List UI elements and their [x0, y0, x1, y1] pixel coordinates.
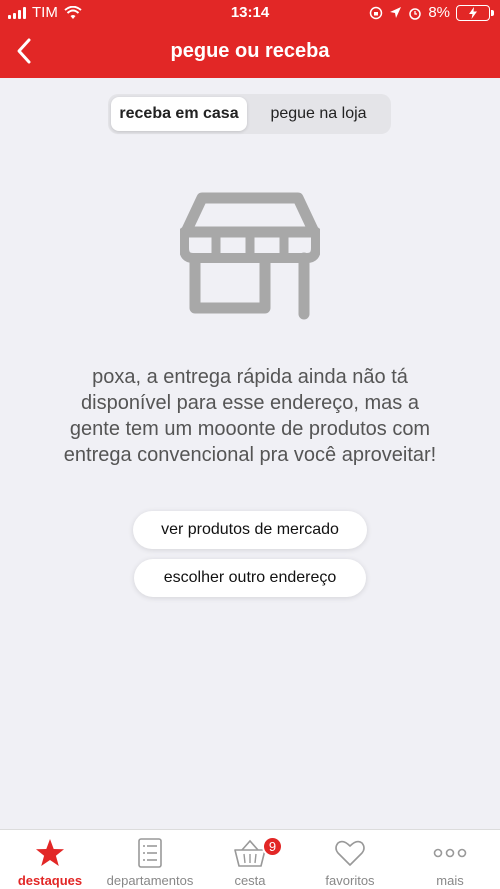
delivery-mode-toggle: receba em casa pegue na loja	[108, 94, 391, 134]
tab-destaques[interactable]: destaques	[0, 830, 100, 889]
tab-mais[interactable]: mais	[400, 830, 500, 889]
bottom-tab-bar: destaques departamentos cesta favoritos	[0, 829, 500, 889]
tab-label: destaques	[17, 873, 83, 888]
tab-departamentos[interactable]: departamentos	[100, 830, 200, 889]
location-icon	[390, 7, 402, 18]
tab-favoritos[interactable]: favoritos	[300, 830, 400, 889]
page-title: pegue ou receba	[170, 40, 330, 62]
tab-pegue-na-loja[interactable]: pegue na loja	[249, 97, 388, 131]
choose-another-address-button[interactable]: escolher outro endereço	[134, 559, 366, 597]
list-icon	[138, 838, 162, 868]
top-bar: TIM 13:14 8% pegue ou receba	[0, 0, 500, 78]
alarm-icon	[409, 7, 422, 20]
more-icon	[433, 848, 467, 858]
status-bar: TIM 13:14 8%	[0, 0, 500, 26]
store-icon	[180, 192, 320, 320]
empty-state-message: poxa, a entrega rápida ainda não tá disp…	[63, 366, 437, 466]
tab-label: cesta	[234, 873, 266, 888]
battery-percent: 8%	[428, 4, 450, 21]
heart-icon	[335, 840, 365, 866]
tab-cesta[interactable]: cesta	[200, 830, 300, 889]
tab-receba-em-casa[interactable]: receba em casa	[111, 97, 247, 131]
cart-count-badge: 9	[262, 836, 283, 857]
tab-label: departamentos	[106, 873, 194, 888]
rotation-lock-icon	[370, 6, 383, 19]
view-market-products-button[interactable]: ver produtos de mercado	[133, 511, 367, 549]
tab-label: mais	[436, 873, 464, 888]
tab-label: favoritos	[325, 873, 375, 888]
star-icon	[36, 839, 64, 866]
battery-icon	[456, 4, 494, 21]
